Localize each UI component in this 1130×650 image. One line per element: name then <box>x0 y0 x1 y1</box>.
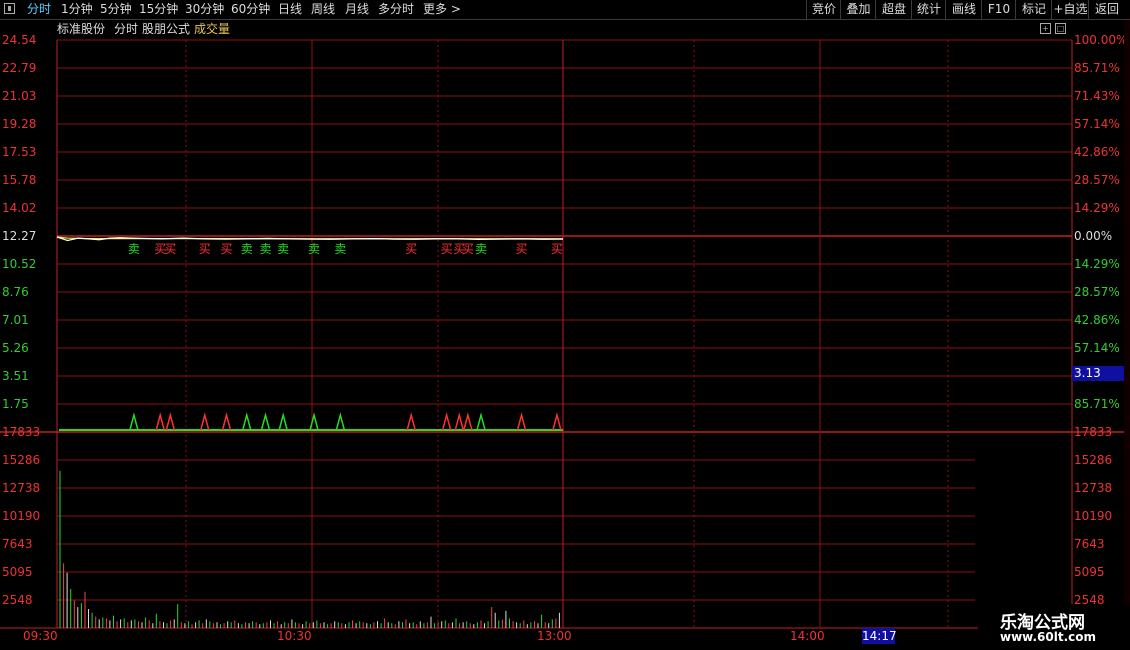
buy-signal-label: 买 <box>441 242 453 256</box>
price-line <box>56 236 564 242</box>
pct-tick-right: 28.57% <box>1074 173 1120 187</box>
price-tick-left: 10.52 <box>2 257 37 271</box>
pct-tick-right: 28.57% <box>1074 285 1120 299</box>
volume-tick-left: 12738 <box>2 481 41 495</box>
sell-signal-peak <box>309 412 319 431</box>
volume-tick-left: 2548 <box>2 593 33 607</box>
watermark-url: www.60lt.com <box>1000 630 1097 644</box>
price-tick-left: 14.02 <box>2 201 37 215</box>
buy-signal-peak <box>454 412 464 431</box>
buy-signal-peak <box>200 412 210 431</box>
pct-tick-right: 14.29% <box>1074 257 1120 271</box>
pct-tick-right: 85.71% <box>1074 61 1120 75</box>
volume-tick-right: 7643 <box>1074 537 1105 551</box>
watermark-logo: 乐淘公式网 www.60lt.com <box>978 604 1130 650</box>
buy-signal-peak <box>516 412 527 431</box>
sell-signal-peak <box>129 412 139 431</box>
price-tick-left: 17.53 <box>2 145 37 159</box>
price-path <box>56 236 564 242</box>
volume-tick-right: 12738 <box>1074 481 1113 495</box>
price-tick-left: 3.51 <box>2 369 29 383</box>
sell-signal-peak <box>278 412 288 431</box>
time-tick: 10:30 <box>277 629 312 643</box>
price-tick-left: 21.03 <box>2 89 37 103</box>
buy-signal-peak <box>552 412 562 431</box>
buy-signal-label: 买 <box>551 242 563 256</box>
sell-signal-label: 卖 <box>334 242 346 256</box>
sell-signal-peak <box>476 412 486 431</box>
buy-signal-label: 买 <box>199 242 211 256</box>
sell-signal-peak <box>242 412 252 431</box>
volume-tick-left: 5095 <box>2 565 33 579</box>
volume-tick-left: 7643 <box>2 537 33 551</box>
price-tick-left: 22.79 <box>2 61 37 75</box>
price-tick-left: 24.54 <box>2 33 37 47</box>
sell-signal-label: 卖 <box>308 242 320 256</box>
volume-tick-right: 10190 <box>1074 509 1113 523</box>
signal-labels: 卖买买买买卖卖卖卖卖买买买买卖买买 <box>128 242 563 256</box>
cursor-time-tag: 14:17 <box>862 628 897 644</box>
buy-signal-label: 买 <box>164 242 176 256</box>
volume-tick-left: 17833 <box>2 425 41 439</box>
sell-signal-label: 卖 <box>277 242 289 256</box>
volume-tick-left: 10190 <box>2 509 41 523</box>
price-tick-left: 19.28 <box>2 117 37 131</box>
time-tick: 09:30 <box>23 629 58 643</box>
buy-signal-peak <box>441 412 452 431</box>
time-tick: 13:00 <box>537 629 572 643</box>
volume-tick-right: 5095 <box>1074 565 1105 579</box>
cursor-price-tag: 3.13 <box>1072 366 1125 381</box>
price-tick-left: 1.75 <box>2 397 29 411</box>
buy-signal-peak <box>165 412 176 431</box>
pct-tick-right: 57.14% <box>1074 117 1120 131</box>
time-tick: 14:00 <box>790 629 825 643</box>
volume-tick-left: 15286 <box>2 453 41 467</box>
buy-signal-label: 买 <box>462 242 474 256</box>
sell-signal-label: 卖 <box>475 242 487 256</box>
price-tick-left: 8.76 <box>2 285 29 299</box>
pct-tick-right: 71.43% <box>1074 89 1120 103</box>
pct-tick-right: 42.86% <box>1074 313 1120 327</box>
price-tick-left: 7.01 <box>2 313 29 327</box>
price-tick-left: 5.26 <box>2 341 29 355</box>
chart-grid <box>0 39 1130 629</box>
price-tick-left: 15.78 <box>2 173 37 187</box>
pct-tick-right: 14.29% <box>1074 201 1120 215</box>
pct-tick-right: 85.71% <box>1074 397 1120 411</box>
buy-signal-peak <box>406 412 416 431</box>
signal-peaks <box>59 412 563 431</box>
volume-tick-right: 15286 <box>1074 453 1113 467</box>
buy-signal-label: 买 <box>516 242 528 256</box>
sell-signal-peak <box>260 412 271 431</box>
sell-signal-label: 卖 <box>259 242 271 256</box>
intraday-chart: 卖买买买买卖卖卖卖卖买买买买卖买买 <box>0 39 1130 629</box>
buy-signal-peak <box>463 412 473 431</box>
price-tick-left: 12.27 <box>2 229 37 243</box>
buy-signal-peak <box>155 412 165 431</box>
pct-tick-right: 57.14% <box>1074 341 1120 355</box>
pct-tick-right: 0.00% <box>1074 229 1113 243</box>
volume-bars <box>59 470 560 628</box>
buy-signal-label: 买 <box>221 242 233 256</box>
sell-signal-label: 卖 <box>241 242 253 256</box>
sell-signal-label: 卖 <box>128 242 140 256</box>
buy-signal-peak <box>221 412 232 431</box>
pct-tick-right: 42.86% <box>1074 145 1120 159</box>
buy-signal-label: 买 <box>405 242 417 256</box>
pct-tick-right: 100.00% <box>1074 33 1128 47</box>
volume-tick-right: 17833 <box>1074 425 1113 439</box>
right-panel-edge[interactable] <box>1124 20 1130 620</box>
sell-signal-peak <box>335 412 346 431</box>
